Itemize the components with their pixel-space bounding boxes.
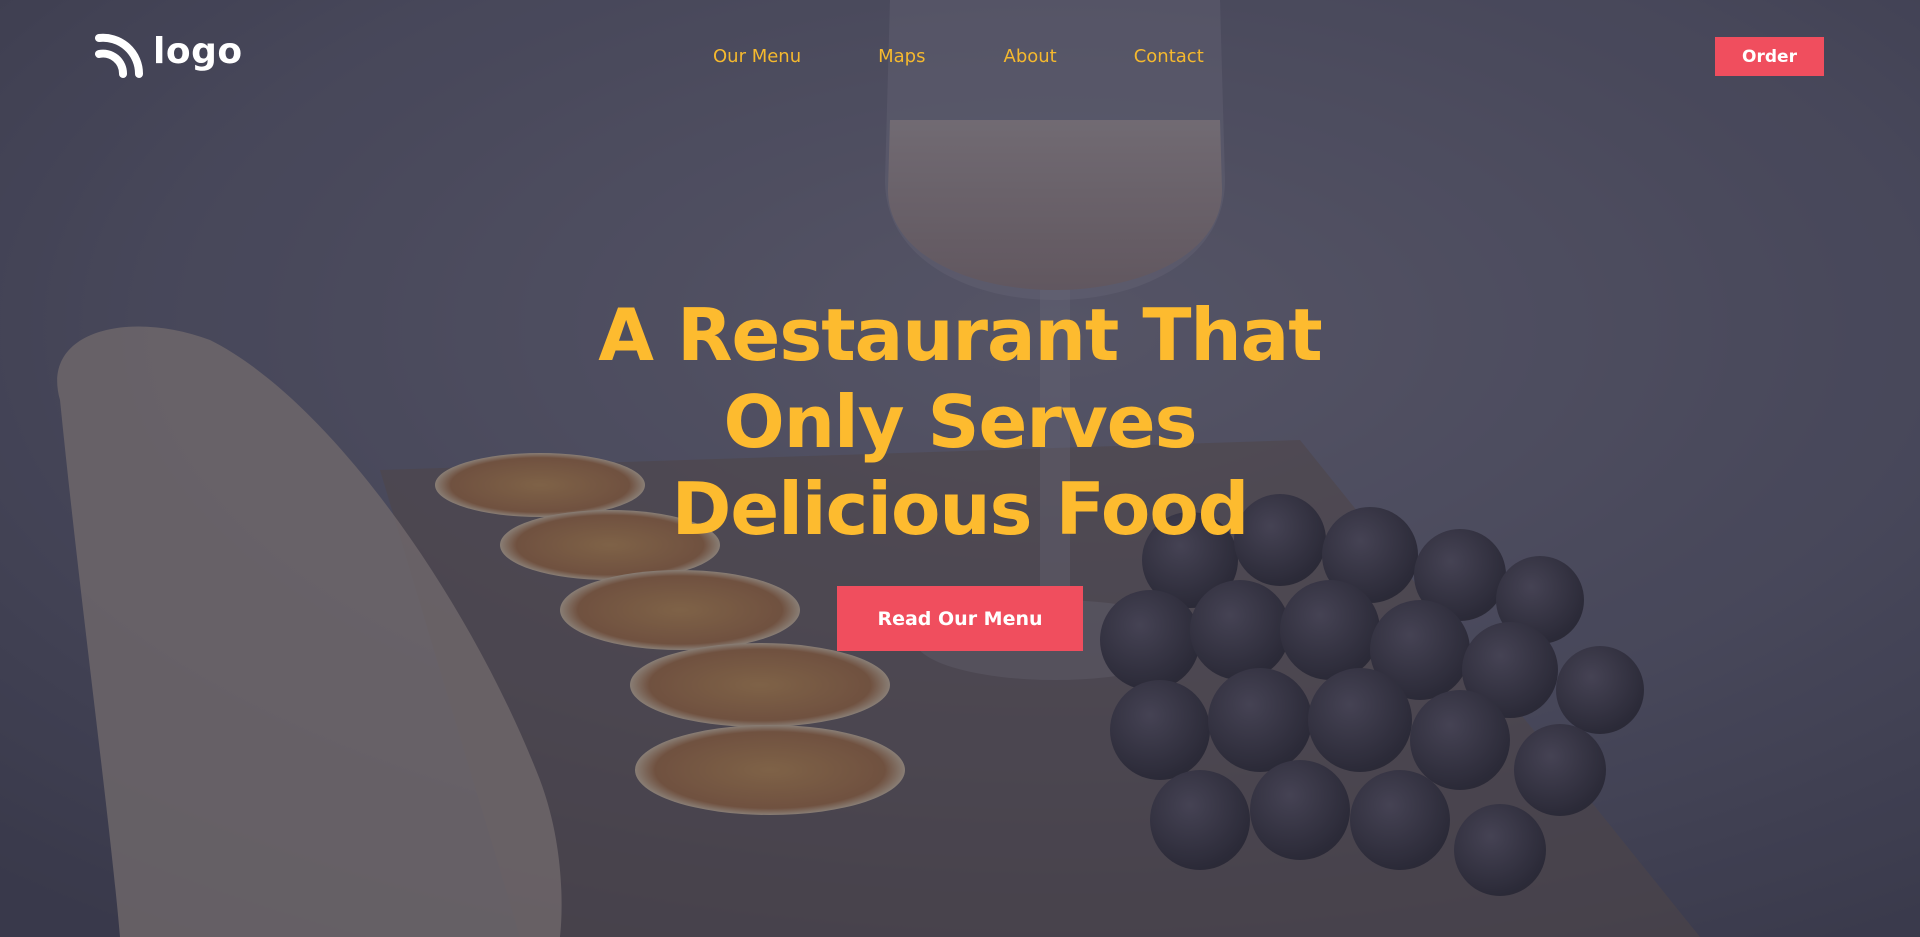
logo-text: logo: [153, 31, 243, 72]
main-nav: Our Menu Maps About Contact: [713, 43, 1204, 71]
brand-logo[interactable]: logo: [95, 30, 243, 78]
nav-link-our-menu[interactable]: Our Menu: [713, 43, 801, 71]
headline-line-2: Only Serves: [723, 380, 1198, 464]
nav-link-contact[interactable]: Contact: [1134, 43, 1204, 71]
nav-link-maps[interactable]: Maps: [878, 43, 925, 71]
signal-arcs-icon: [95, 30, 143, 78]
headline-line-3: Delicious Food: [671, 467, 1250, 551]
read-menu-button[interactable]: Read Our Menu: [837, 586, 1083, 651]
headline-line-1: A Restaurant That: [598, 293, 1322, 377]
top-navigation-bar: logo Our Menu Maps About Contact Order: [0, 0, 1920, 110]
nav-link-about[interactable]: About: [1004, 43, 1057, 71]
hero-section: logo Our Menu Maps About Contact Order A…: [0, 0, 1920, 937]
hero-headline: A Restaurant That Only Serves Delicious …: [460, 292, 1460, 553]
order-button[interactable]: Order: [1715, 37, 1824, 76]
